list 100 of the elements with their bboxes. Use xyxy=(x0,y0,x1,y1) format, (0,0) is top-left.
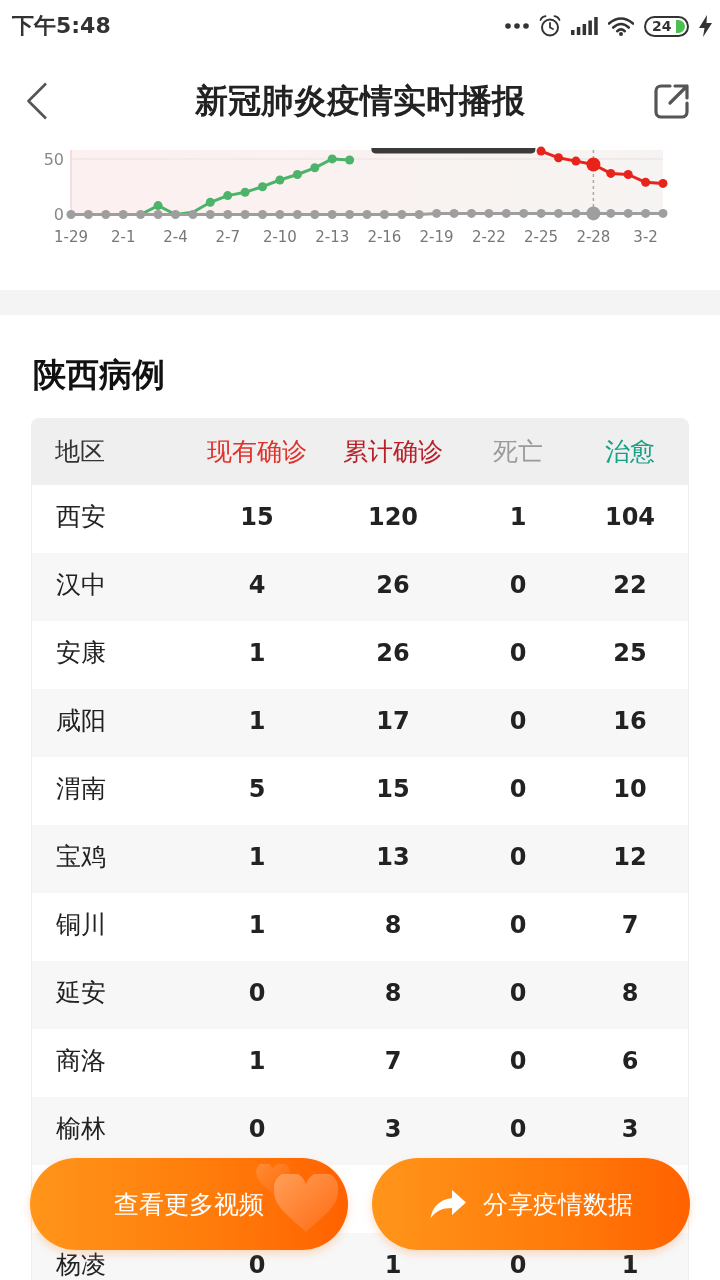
table-cell: 0 xyxy=(248,978,266,1007)
table-cell: 1 xyxy=(621,1250,639,1279)
region-cell-text: 榆林 xyxy=(55,1113,106,1145)
data-point xyxy=(223,191,233,201)
region-cell-text: 渭南 xyxy=(55,773,106,805)
data-point xyxy=(275,210,285,219)
table-cell: 15 xyxy=(240,502,274,531)
table-cell: 1 xyxy=(248,842,266,871)
chevron-left-icon xyxy=(26,82,48,120)
region-cell-text: 西安 xyxy=(55,501,106,533)
table-cell: 13 xyxy=(376,842,410,871)
data-point xyxy=(118,210,128,219)
region-cell-text: 延安 xyxy=(55,977,106,1009)
data-point xyxy=(501,208,511,218)
table-cell: 0 xyxy=(248,1114,266,1143)
table-cell: 0 xyxy=(509,842,527,871)
data-point xyxy=(188,210,198,219)
data-point xyxy=(467,208,476,218)
x-axis-label: 2-28 xyxy=(576,228,611,247)
table-cell: 8 xyxy=(384,910,402,939)
data-point xyxy=(519,208,529,218)
table-cell: 22 xyxy=(613,570,647,599)
column-header: 现有确诊 xyxy=(207,436,307,468)
table-cell: 1 xyxy=(248,1046,266,1075)
y-axis-label: 0 xyxy=(53,205,64,225)
data-point xyxy=(310,210,320,219)
data-point xyxy=(414,210,424,219)
table-cell: 0 xyxy=(509,1046,527,1075)
data-point xyxy=(327,210,337,219)
data-point xyxy=(292,210,302,219)
table-cell: 8 xyxy=(384,978,402,1007)
data-point xyxy=(641,208,651,218)
column-header: 地区 xyxy=(54,436,105,468)
table-cell: 120 xyxy=(367,502,419,531)
region-cell-text: 汉中 xyxy=(55,569,106,601)
data-point xyxy=(449,208,459,218)
data-point xyxy=(432,208,442,218)
data-point xyxy=(362,210,372,219)
x-axis-label: 2-22 xyxy=(471,228,506,247)
data-point xyxy=(554,208,563,218)
data-point xyxy=(484,208,494,218)
table-cell: 1 xyxy=(384,1250,402,1279)
table-cell: 26 xyxy=(376,570,410,599)
data-point xyxy=(586,157,601,172)
data-point xyxy=(345,155,355,165)
table-cell: 1 xyxy=(248,910,266,939)
signal-icon xyxy=(571,17,598,35)
table-cell: 0 xyxy=(509,1250,527,1279)
data-point xyxy=(606,168,616,178)
table-cell: 26 xyxy=(376,638,410,667)
x-axis-label: 2-25 xyxy=(524,228,559,247)
button-label: 查看更多视频 xyxy=(114,1188,264,1221)
region-cell-text: 商洛 xyxy=(55,1045,106,1077)
data-point xyxy=(292,170,302,179)
share-button[interactable] xyxy=(654,83,690,119)
table-cell: 3 xyxy=(384,1114,402,1143)
x-axis-label: 2-10 xyxy=(262,228,297,247)
data-point xyxy=(571,208,581,218)
share-arrow-icon xyxy=(429,1188,467,1220)
table-cell: 10 xyxy=(613,774,647,803)
table-cell: 104 xyxy=(604,502,656,531)
table-cell: 0 xyxy=(509,774,527,803)
more-videos-button[interactable]: 查看更多视频 xyxy=(30,1158,348,1250)
table-cell: 8 xyxy=(621,978,639,1007)
data-point xyxy=(83,210,93,219)
table-cell: 0 xyxy=(509,978,527,1007)
data-point xyxy=(379,210,389,219)
region-cell-text: 铜川 xyxy=(55,909,106,941)
table-cell: 1 xyxy=(509,502,527,531)
table-cell: 16 xyxy=(613,706,647,735)
table-cell: 7 xyxy=(621,910,639,939)
battery-indicator: 24 xyxy=(644,15,689,37)
x-axis-label: 2-1 xyxy=(110,228,136,247)
data-point xyxy=(275,175,285,185)
data-point xyxy=(223,210,233,219)
data-point xyxy=(658,178,668,188)
table-cell: 4 xyxy=(248,570,266,599)
button-label: 分享疫情数据 xyxy=(483,1188,633,1221)
data-point xyxy=(658,208,668,218)
data-point xyxy=(345,210,355,219)
external-share-icon xyxy=(654,83,690,119)
table-cell: 1 xyxy=(248,706,266,735)
data-point xyxy=(258,210,267,219)
data-point xyxy=(623,208,633,218)
table-cell: 7 xyxy=(384,1046,402,1075)
table-cell: 17 xyxy=(376,706,410,735)
data-point xyxy=(536,208,546,218)
more-dots-icon xyxy=(505,23,529,29)
share-data-button[interactable]: 分享疫情数据 xyxy=(372,1158,690,1250)
data-point xyxy=(571,156,581,166)
data-point xyxy=(153,201,163,211)
section-title: 陕西病例 xyxy=(32,354,166,396)
x-axis-label: 3-2 xyxy=(633,228,658,247)
table-cell: 25 xyxy=(613,638,647,667)
data-point xyxy=(205,197,215,207)
back-button[interactable] xyxy=(26,82,48,120)
alarm-clock-icon xyxy=(539,15,561,37)
page-title: 新冠肺炎疫情实时播报 xyxy=(194,79,526,122)
data-point xyxy=(586,206,601,221)
region-cell-text: 安康 xyxy=(55,637,106,669)
